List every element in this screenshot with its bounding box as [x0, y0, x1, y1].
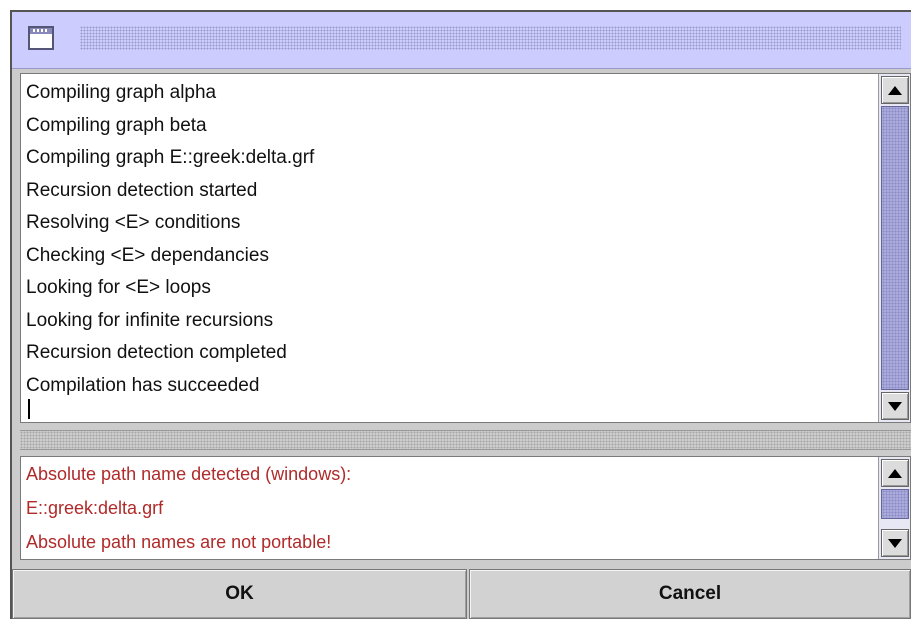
compile-log-text[interactable]: Compiling graph alpha Compiling graph be…: [26, 77, 874, 402]
log-line: Resolving <E> conditions: [26, 212, 241, 233]
title-bar[interactable]: [12, 12, 911, 69]
log-line: Looking for infinite recursions: [26, 309, 274, 331]
text-caret: [28, 399, 30, 419]
error-line: Absolute path names are not portable!: [26, 532, 332, 552]
log-line: Checking <E> dependancies: [26, 244, 269, 266]
window-icon[interactable]: [28, 26, 54, 50]
log-line: Recursion detection started: [26, 179, 258, 201]
error-text[interactable]: Absolute path name detected (windows): E…: [26, 457, 874, 559]
arrow-up-icon: [888, 468, 902, 478]
log-line: Compiling graph beta: [26, 114, 207, 136]
scroll-down-button[interactable]: [881, 392, 909, 420]
arrow-down-icon: [888, 401, 902, 411]
arrow-down-icon: [888, 538, 902, 548]
error-line: Absolute path name detected (windows):: [26, 464, 352, 484]
compile-dialog: Compiling graph alpha Compiling graph be…: [10, 10, 911, 619]
log-line: Compilation has succeeded: [26, 374, 260, 396]
split-pane-divider[interactable]: [20, 430, 911, 450]
ok-button[interactable]: OK: [12, 569, 467, 619]
log-line: Looking for <E> loops: [26, 277, 211, 298]
title-drag-grip[interactable]: [80, 26, 901, 50]
log-line: Compiling graph alpha: [26, 82, 217, 103]
scroll-down-button[interactable]: [881, 529, 909, 557]
compile-log-panel: Compiling graph alpha Compiling graph be…: [20, 73, 911, 423]
error-line: E::greek:delta.grf: [26, 498, 164, 518]
log-scrollbar[interactable]: [878, 74, 910, 422]
scroll-up-button[interactable]: [881, 76, 909, 104]
cancel-button[interactable]: Cancel: [469, 569, 911, 619]
log-line: Recursion detection completed: [26, 342, 287, 363]
scroll-thumb[interactable]: [881, 489, 909, 519]
arrow-up-icon: [888, 85, 902, 95]
error-scrollbar[interactable]: [878, 457, 910, 559]
scroll-up-button[interactable]: [881, 459, 909, 487]
scroll-thumb[interactable]: [881, 106, 909, 390]
error-panel: Absolute path name detected (windows): E…: [20, 456, 911, 560]
log-line: Compiling graph E::greek:delta.grf: [26, 147, 315, 168]
